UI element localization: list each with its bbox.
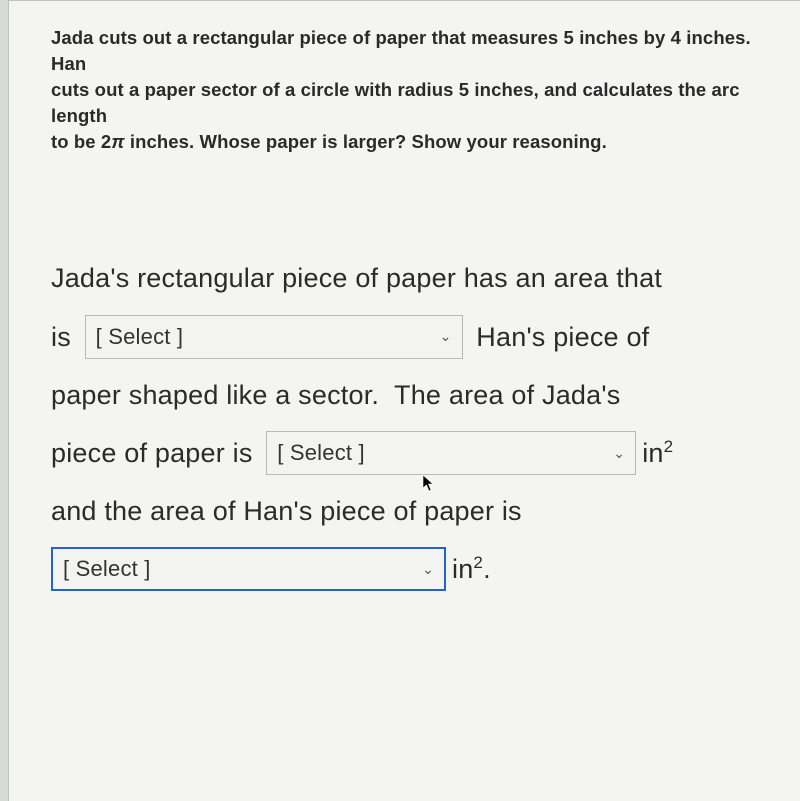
select-label: [ Select ] xyxy=(63,545,151,592)
answer-row-1: Jada's rectangular piece of paper has an… xyxy=(51,249,772,307)
answer-row-3: paper shaped like a sector. The area of … xyxy=(51,366,772,424)
select-jada-area[interactable]: [ Select ] ⌄ xyxy=(266,431,636,475)
answer-text-5: and the area of Han's piece of paper is xyxy=(51,482,522,540)
answer-row-5: and the area of Han's piece of paper is xyxy=(51,482,772,540)
pi-symbol: π xyxy=(111,131,124,152)
select-label: [ Select ] xyxy=(277,429,365,476)
select-label: [ Select ] xyxy=(96,313,184,360)
question-line1: Jada cuts out a rectangular piece of pap… xyxy=(51,27,751,74)
answer-text-2a: is xyxy=(51,308,79,366)
answer-text-2b: Han's piece of xyxy=(469,308,650,366)
question-line3b: inches. Whose paper is larger? Show your… xyxy=(125,131,607,152)
select-han-area[interactable]: [ Select ] ⌄ xyxy=(51,547,446,591)
chevron-down-icon: ⌄ xyxy=(440,321,452,351)
question-line2: cuts out a paper sector of a circle with… xyxy=(51,79,740,126)
select-comparison[interactable]: [ Select ] ⌄ xyxy=(85,315,463,359)
question-prompt: Jada cuts out a rectangular piece of pap… xyxy=(51,25,772,154)
answer-row-4: piece of paper is [ Select ] ⌄ in2 xyxy=(51,424,772,482)
question-line3a: to be 2 xyxy=(51,131,111,152)
chevron-down-icon: ⌄ xyxy=(422,554,434,584)
unit-in2-1: in2 xyxy=(642,424,673,482)
answer-text-4a: piece of paper is xyxy=(51,424,260,482)
answer-row-2: is [ Select ] ⌄ Han's piece of xyxy=(51,308,772,366)
page-container: Jada cuts out a rectangular piece of pap… xyxy=(8,0,800,801)
answer-text-1: Jada's rectangular piece of paper has an… xyxy=(51,249,662,307)
answer-area: Jada's rectangular piece of paper has an… xyxy=(51,249,772,597)
chevron-down-icon: ⌄ xyxy=(613,438,625,468)
answer-text-3: paper shaped like a sector. The area of … xyxy=(51,366,620,424)
answer-row-6: [ Select ] ⌄ in2. xyxy=(51,540,772,598)
unit-in2-2: in2. xyxy=(452,540,491,598)
